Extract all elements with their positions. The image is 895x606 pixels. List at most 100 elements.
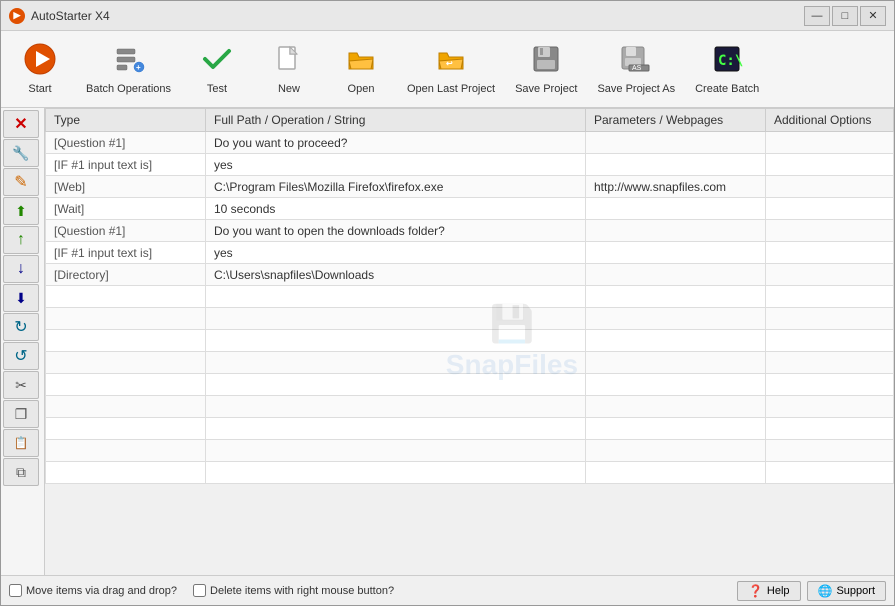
- table-row[interactable]: [Wait]10 seconds: [46, 198, 894, 220]
- new-icon: [273, 43, 305, 80]
- batch-operations-button[interactable]: + Batch Operations: [77, 35, 180, 103]
- table-row[interactable]: [Web]C:\Program Files\Mozilla Firefox\fi…: [46, 176, 894, 198]
- cell-type: [46, 308, 206, 330]
- cell-options: [766, 374, 894, 396]
- test-button[interactable]: Test: [182, 35, 252, 103]
- col-params: Parameters / Webpages: [586, 109, 766, 132]
- save-project-as-button[interactable]: AS Save Project As: [588, 35, 684, 103]
- support-icon: 🌐: [818, 584, 833, 598]
- table-row[interactable]: [46, 440, 894, 462]
- create-batch-icon: C:\: [711, 43, 743, 80]
- table-row[interactable]: [Question #1]Do you want to proceed?: [46, 132, 894, 154]
- cell-options: [766, 176, 894, 198]
- cell-type: [46, 440, 206, 462]
- move-up-button[interactable]: ↑: [3, 226, 39, 254]
- move-down-button[interactable]: ↓: [3, 255, 39, 283]
- table-row[interactable]: [46, 308, 894, 330]
- drag-drop-label: Move items via drag and drop?: [26, 585, 177, 597]
- help-button[interactable]: ❓ Help: [737, 581, 801, 601]
- clone-button[interactable]: ⧉: [3, 458, 39, 486]
- cell-params: [586, 154, 766, 176]
- open-icon: [345, 43, 377, 80]
- test-label: Test: [207, 83, 227, 95]
- table-row[interactable]: [Question #1]Do you want to open the dow…: [46, 220, 894, 242]
- create-batch-button[interactable]: C:\ Create Batch: [686, 35, 768, 103]
- cell-type: [46, 374, 206, 396]
- start-button[interactable]: Start: [5, 35, 75, 103]
- table-row[interactable]: [46, 396, 894, 418]
- main-content: 💾 SnapFiles Type Full Path / Operation /…: [45, 108, 894, 575]
- paste-button[interactable]: 📋: [3, 429, 39, 457]
- svg-text:AS: AS: [632, 65, 642, 72]
- main-window: ▶ AutoStarter X4 — □ ✕ Start: [0, 0, 895, 606]
- table-row[interactable]: [46, 330, 894, 352]
- open-label: Open: [348, 83, 375, 95]
- cell-options: [766, 440, 894, 462]
- content-area: ✕ 🔧 ✎ ⬆ ↑ ↓ ⬇ ↻ ↺ ✂ ❐ 📋 ⧉ 💾 SnapFiles: [1, 108, 894, 575]
- rotate-cw-button[interactable]: ↻: [3, 313, 39, 341]
- table-row[interactable]: [46, 462, 894, 484]
- rotate-ccw-button[interactable]: ↺: [3, 342, 39, 370]
- cell-params: [586, 264, 766, 286]
- cell-type: [Question #1]: [46, 132, 206, 154]
- open-last-project-label: Open Last Project: [407, 83, 495, 95]
- cell-params: [586, 418, 766, 440]
- drag-drop-checkbox[interactable]: [9, 584, 22, 597]
- scissors-button[interactable]: ✂: [3, 371, 39, 399]
- table-row[interactable]: [Directory]C:\Users\snapfiles\Downloads: [46, 264, 894, 286]
- help-label: Help: [767, 585, 790, 597]
- maximize-button[interactable]: □: [832, 6, 858, 26]
- table-row[interactable]: [46, 374, 894, 396]
- support-button[interactable]: 🌐 Support: [807, 581, 886, 601]
- edit-button[interactable]: 🔧: [3, 139, 39, 167]
- cell-options: [766, 308, 894, 330]
- delete-rightclick-checkbox-label[interactable]: Delete items with right mouse button?: [193, 584, 394, 597]
- cell-params: [586, 308, 766, 330]
- cell-type: [IF #1 input text is]: [46, 154, 206, 176]
- cell-type: [46, 418, 206, 440]
- cell-options: [766, 132, 894, 154]
- status-bar: Move items via drag and drop? Delete ite…: [1, 575, 894, 605]
- drag-drop-checkbox-label[interactable]: Move items via drag and drop?: [9, 584, 177, 597]
- new-button[interactable]: New: [254, 35, 324, 103]
- title-bar: ▶ AutoStarter X4 — □ ✕: [1, 1, 894, 31]
- copy-button[interactable]: ❐: [3, 400, 39, 428]
- cell-path: 10 seconds: [206, 198, 586, 220]
- status-left: Move items via drag and drop? Delete ite…: [9, 584, 394, 597]
- svg-text:↩: ↩: [446, 59, 453, 68]
- table-row[interactable]: [46, 418, 894, 440]
- pencil-button[interactable]: ✎: [3, 168, 39, 196]
- cell-params: [586, 286, 766, 308]
- table-row[interactable]: [46, 352, 894, 374]
- create-batch-label: Create Batch: [695, 83, 759, 95]
- window-controls: — □ ✕: [804, 6, 886, 26]
- cell-path: [206, 374, 586, 396]
- open-last-project-button[interactable]: ↩ Open Last Project: [398, 35, 504, 103]
- move-bottom-button[interactable]: ⬇: [3, 284, 39, 312]
- cell-params: [586, 220, 766, 242]
- table-row[interactable]: [IF #1 input text is]yes: [46, 242, 894, 264]
- open-button[interactable]: Open: [326, 35, 396, 103]
- table-row[interactable]: [IF #1 input text is]yes: [46, 154, 894, 176]
- cell-type: [46, 330, 206, 352]
- table-row[interactable]: [46, 286, 894, 308]
- cell-params: [586, 462, 766, 484]
- svg-text:+: +: [136, 63, 141, 72]
- cell-type: [46, 462, 206, 484]
- save-project-button[interactable]: Save Project: [506, 35, 586, 103]
- start-icon: [24, 43, 56, 80]
- save-project-label: Save Project: [515, 83, 577, 95]
- minimize-button[interactable]: —: [804, 6, 830, 26]
- delete-rightclick-checkbox[interactable]: [193, 584, 206, 597]
- cell-type: [Web]: [46, 176, 206, 198]
- svg-text:C:\: C:\: [718, 53, 743, 69]
- move-top-button[interactable]: ⬆: [3, 197, 39, 225]
- close-button[interactable]: ✕: [860, 6, 886, 26]
- cell-path: [206, 440, 586, 462]
- save-project-as-icon: AS: [620, 43, 652, 80]
- delete-button[interactable]: ✕: [3, 110, 39, 138]
- cell-path: Do you want to proceed?: [206, 132, 586, 154]
- cell-path: yes: [206, 242, 586, 264]
- side-toolbar: ✕ 🔧 ✎ ⬆ ↑ ↓ ⬇ ↻ ↺ ✂ ❐ 📋 ⧉: [1, 108, 45, 575]
- cell-options: [766, 242, 894, 264]
